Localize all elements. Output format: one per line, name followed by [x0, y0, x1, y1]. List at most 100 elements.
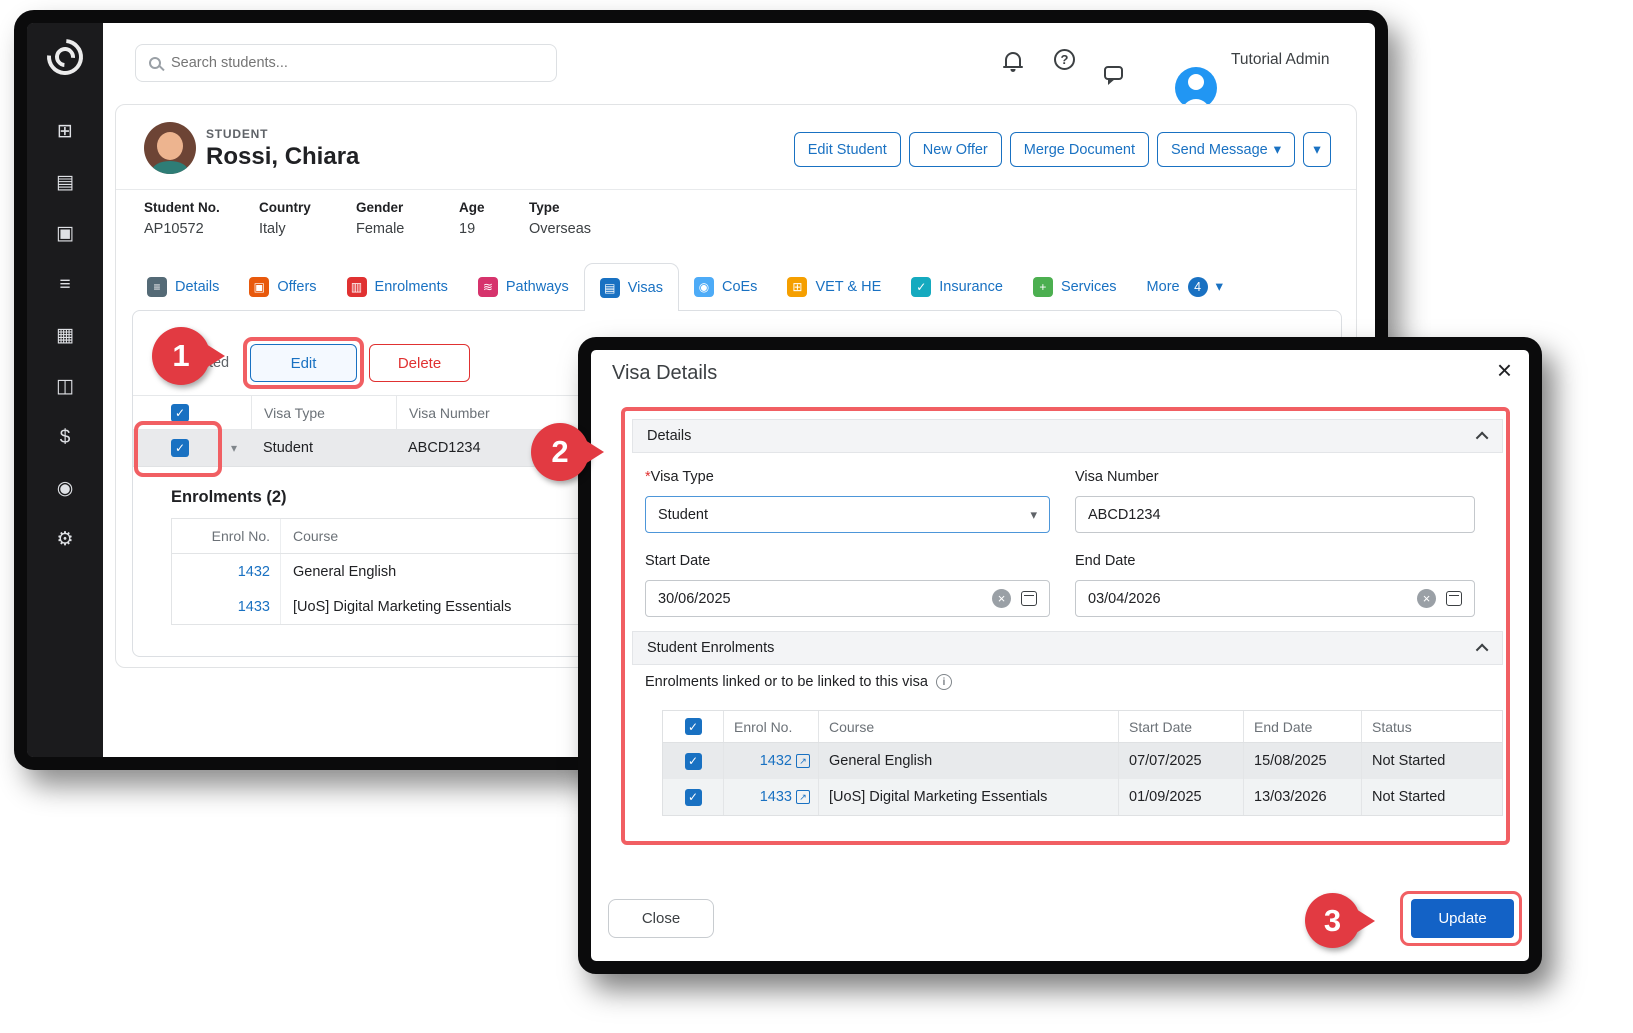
visa-edit-button[interactable]: Edit	[250, 344, 357, 382]
start-date-input[interactable]: 30/06/2025 ×	[645, 580, 1050, 617]
dashboard-icon[interactable]: ⊞	[53, 121, 77, 143]
visa-number-label: Visa Number	[1075, 469, 1159, 485]
enrolments-tab-icon: ▥	[347, 277, 367, 297]
tab-more[interactable]: More4	[1132, 263, 1238, 311]
pathways-tab-icon: ≋	[478, 277, 498, 297]
search-input-field[interactable]	[171, 55, 531, 71]
clear-icon[interactable]: ×	[1417, 589, 1436, 608]
briefcase-icon[interactable]: ◫	[53, 376, 77, 398]
tab-label: Services	[1061, 279, 1117, 295]
enrol-no-link[interactable]: 1432	[238, 564, 270, 580]
user-name[interactable]: Tutorial Admin	[1231, 51, 1330, 69]
visa-type-select[interactable]: Student	[645, 496, 1050, 533]
row-expander-icon[interactable]	[231, 441, 237, 455]
info-age: Age 19	[459, 200, 485, 237]
visa-number-input[interactable]: ABCD1234	[1075, 496, 1475, 533]
external-link-icon[interactable]	[796, 754, 810, 768]
row-checkbox[interactable]	[685, 753, 702, 770]
select-all-checkbox[interactable]	[685, 718, 702, 735]
user-avatar[interactable]	[1175, 67, 1217, 109]
help-icon[interactable]: ?	[1054, 49, 1075, 70]
agents-icon[interactable]: ◉	[53, 478, 77, 500]
info-type: Type Overseas	[529, 200, 591, 237]
new-offer-button[interactable]: New Offer	[909, 132, 1002, 167]
visa-type-cell: Student	[251, 430, 396, 466]
tab-visas[interactable]: ▤Visas	[584, 263, 679, 311]
visa-delete-button[interactable]: Delete	[369, 344, 470, 382]
modal-table-header: Enrol No. Course Start Date End Date Sta…	[663, 711, 1502, 743]
edit-student-label: Edit Student	[808, 142, 887, 158]
close-button[interactable]: Close	[608, 899, 714, 938]
sidebar: ⊞ ▤ ▣ ≡ ▦ ◫ $ ◉ ⚙	[27, 23, 103, 757]
search-input[interactable]	[135, 44, 557, 82]
section-title: Student Enrolments	[647, 640, 774, 656]
tab-vet-he[interactable]: ⊞VET & HE	[772, 263, 896, 311]
course-cell: [UoS] Digital Marketing Essentials	[818, 779, 1118, 815]
info-student-no: Student No. AP10572	[144, 200, 220, 237]
contacts-icon[interactable]: ▤	[53, 172, 77, 194]
modal-enrolments-table: Enrol No. Course Start Date End Date Sta…	[662, 710, 1503, 816]
more-actions-dropdown-button[interactable]	[1303, 132, 1331, 167]
info-value: AP10572	[144, 221, 220, 237]
col-end-date: End Date	[1243, 711, 1361, 742]
info-label: Country	[259, 200, 311, 215]
clear-icon[interactable]: ×	[992, 589, 1011, 608]
info-value: Overseas	[529, 221, 591, 237]
end-date-input[interactable]: 03/04/2026 ×	[1075, 580, 1475, 617]
enrol-no-link[interactable]: 1432	[760, 753, 792, 769]
documents-icon[interactable]: ▣	[53, 223, 77, 245]
label-text: Visa Type	[651, 469, 714, 485]
row-checkbox[interactable]	[685, 789, 702, 806]
calendar-icon[interactable]	[1446, 591, 1462, 606]
update-button[interactable]: Update	[1411, 899, 1514, 938]
enrol-no-link[interactable]: 1433	[760, 789, 792, 805]
info-icon[interactable]: i	[936, 674, 952, 690]
visa-type-value: Student	[658, 507, 708, 523]
reports-icon[interactable]: ▦	[53, 325, 77, 347]
tab-pathways[interactable]: ≋Pathways	[463, 263, 584, 311]
send-message-button[interactable]: Send Message	[1157, 132, 1295, 167]
offers-tab-icon: ▣	[249, 277, 269, 297]
notifications-icon[interactable]	[1005, 52, 1021, 66]
close-icon[interactable]: ×	[1497, 355, 1512, 386]
tab-label: Enrolments	[375, 279, 448, 295]
tab-coes[interactable]: ◉CoEs	[679, 263, 772, 311]
search-icon	[149, 57, 161, 69]
collapse-chevron-icon[interactable]	[1476, 431, 1489, 444]
screen: ⊞ ▤ ▣ ≡ ▦ ◫ $ ◉ ⚙ ? Tutorial Admin STUDE…	[0, 0, 1633, 1033]
visas-tab-icon: ▤	[600, 278, 620, 298]
tab-services[interactable]: +Services	[1018, 263, 1132, 311]
details-section-header[interactable]: Details	[632, 419, 1503, 453]
finance-icon[interactable]: $	[53, 427, 77, 449]
chat-icon[interactable]	[1104, 66, 1123, 80]
table-row[interactable]: 1433 [UoS] Digital Marketing Essentials …	[663, 779, 1502, 815]
edit-student-button[interactable]: Edit Student	[794, 132, 901, 167]
collapse-chevron-icon[interactable]	[1476, 643, 1489, 656]
tab-offers[interactable]: ▣Offers	[234, 263, 331, 311]
tab-details[interactable]: ≡Details	[132, 263, 234, 311]
calendar-icon[interactable]	[1021, 591, 1037, 606]
row-checkbox[interactable]	[171, 439, 189, 457]
col-enrol-no: Enrol No.	[172, 528, 280, 544]
divider	[116, 189, 1356, 190]
col-visa-type: Visa Type	[251, 396, 396, 429]
settings-icon[interactable]: ⚙	[53, 529, 77, 551]
tab-enrolments[interactable]: ▥ Enrolments	[332, 263, 463, 311]
chevron-down-icon	[1030, 507, 1037, 523]
external-link-icon[interactable]	[796, 790, 810, 804]
info-label: Type	[529, 200, 591, 215]
table-row[interactable]: 1432 General English 07/07/2025 15/08/20…	[663, 743, 1502, 779]
visa-type-label: *Visa Type	[645, 469, 714, 485]
merge-document-button[interactable]: Merge Document	[1010, 132, 1149, 167]
coes-tab-icon: ◉	[694, 277, 714, 297]
tab-insurance[interactable]: ✓Insurance	[896, 263, 1018, 311]
info-value: Italy	[259, 221, 311, 237]
enrol-no-link[interactable]: 1433	[238, 599, 270, 615]
enrolments-section-header[interactable]: Student Enrolments	[632, 631, 1503, 665]
start-date-value: 30/06/2025	[658, 591, 731, 607]
col-course: Course	[818, 711, 1118, 742]
start-date-label: Start Date	[645, 553, 710, 569]
select-all-checkbox[interactable]	[171, 404, 189, 422]
courses-icon[interactable]: ≡	[53, 274, 77, 296]
chevron-down-icon	[1216, 279, 1223, 295]
